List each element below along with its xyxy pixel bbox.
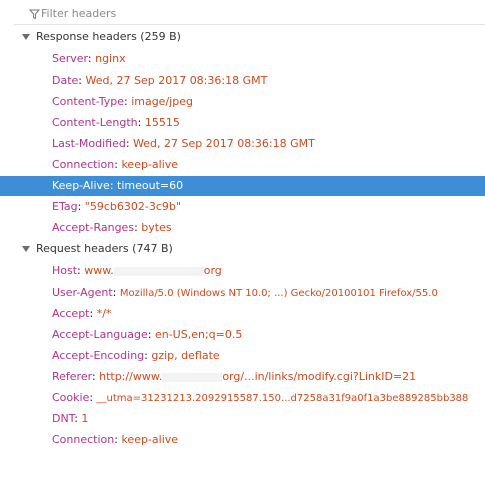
header-name: Content-Type [52,95,124,108]
request-header-row[interactable]: DNT: 1 [0,409,485,429]
request-header-row[interactable]: Cookie: __utma=31231213.2092915587.150..… [0,388,485,408]
request-headers-section[interactable]: Request headers (747 B) [0,238,485,260]
header-name: Connection [52,433,115,446]
response-headers-title: Response headers (259 B) [36,30,181,43]
header-name: Date [52,74,79,87]
header-value: keep-alive [121,433,179,446]
request-header-row[interactable]: Accept: */* [0,304,485,324]
header-value: Mozilla/5.0 (Windows NT 10.0; ...) Gecko… [119,288,438,299]
filter-headers-input[interactable]: Filter headers [41,7,116,20]
request-headers-title: Request headers (747 B) [36,242,173,255]
header-name: Accept-Language [52,328,148,341]
header-name: DNT [52,412,75,425]
header-value: org [203,264,222,277]
header-value: timeout=60 [117,179,184,192]
header-value: www. [84,264,114,277]
expand-arrow-icon[interactable] [22,34,30,40]
header-value: gzip, deflate [151,349,220,362]
header-name: Referer [52,370,92,383]
response-header-row[interactable]: Last-Modified: Wed, 27 Sep 2017 08:36:18… [0,134,485,154]
response-headers-section[interactable]: Response headers (259 B) [0,26,485,48]
header-name: ETag [52,200,78,213]
header-value: 15515 [144,116,180,129]
request-header-row[interactable]: User-Agent: Mozilla/5.0 (Windows NT 10.0… [0,283,485,303]
redacted-text [113,266,204,276]
header-name: Accept-Encoding [52,349,145,362]
header-name: User-Agent [52,286,113,299]
response-header-row[interactable]: Server: nginx [0,49,485,69]
header-value: */* [96,307,112,320]
request-header-row[interactable]: Connection: keep-alive [0,430,485,450]
header-name: Last-Modified [52,137,126,150]
header-name: Cookie [52,391,90,404]
header-value: Wed, 27 Sep 2017 08:36:18 GMT [133,137,315,150]
header-value: keep-alive [121,158,179,171]
request-header-row[interactable]: Referer: http://www. org/...in/links/modi… [0,367,485,387]
filter-headers-bar[interactable]: Filter headers [14,4,485,25]
header-name: Content-Length [52,116,138,129]
response-header-row-selected[interactable]: Keep-Alive: timeout=60 [0,176,485,196]
header-name: Accept [52,307,90,320]
header-name: Connection [52,158,115,171]
header-value: __utma=31231213.2092915587.150...d7258a3… [96,393,469,404]
expand-arrow-icon[interactable] [22,246,30,252]
header-value: en-US,en;q=0.5 [154,328,243,341]
request-header-row[interactable]: Accept-Encoding: gzip, deflate [0,346,485,366]
header-value: org/...in/links/modify.cgi?LinkID=21 [222,370,417,383]
header-value: "59cb6302-3c9b" [84,200,181,213]
request-header-row[interactable]: Host: www. org [0,261,485,281]
response-header-row[interactable]: Content-Length: 15515 [0,113,485,133]
response-header-row[interactable]: Accept-Ranges: bytes [0,218,485,238]
funnel-icon [29,9,40,20]
header-value: bytes [141,221,172,234]
header-value: 1 [81,412,89,425]
header-value: Wed, 27 Sep 2017 08:36:18 GMT [85,74,268,87]
header-name: Server [52,52,88,65]
response-header-row[interactable]: Date: Wed, 27 Sep 2017 08:36:18 GMT [0,71,485,91]
header-value: image/jpeg [131,95,193,108]
header-value: nginx [95,52,126,65]
header-name: Host [52,264,78,277]
request-header-row[interactable]: Accept-Language: en-US,en;q=0.5 [0,325,485,345]
redacted-text [162,372,223,382]
response-header-row[interactable]: Connection: keep-alive [0,155,485,175]
header-name: Keep-Alive [52,179,110,192]
response-header-row[interactable]: ETag: "59cb6302-3c9b" [0,197,485,217]
header-name: Accept-Ranges [52,221,135,234]
response-header-row[interactable]: Content-Type: image/jpeg [0,92,485,112]
header-value: http://www. [99,370,163,383]
